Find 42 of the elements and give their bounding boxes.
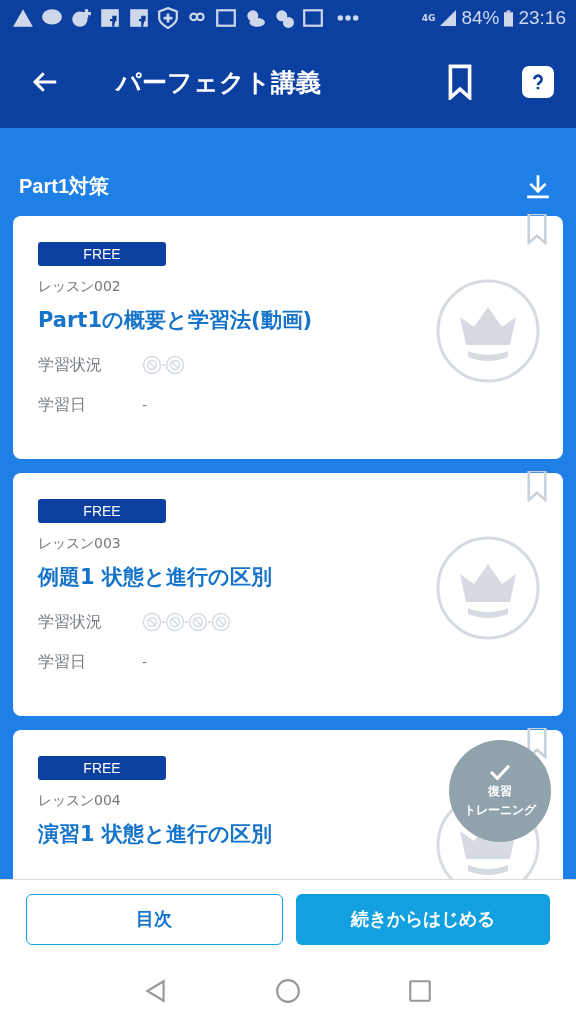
crown-icon — [436, 535, 540, 640]
lesson-title: 演習1 状態と進行の区別 — [38, 821, 272, 848]
study-date: - — [142, 654, 148, 670]
status-label: 学習状況 — [38, 611, 103, 633]
lesson-card[interactable]: FREE レッスン003 例題1 状態と進行の区別 学習状況 学習日 - — [13, 473, 563, 716]
social-icon — [128, 7, 150, 29]
shield-icon — [157, 7, 179, 29]
download-icon[interactable] — [525, 173, 551, 199]
screen-title: パーフェクト講義 — [116, 66, 322, 99]
contents-button[interactable]: 目次 — [26, 893, 283, 945]
signal-icon — [440, 10, 457, 26]
crown-icon — [436, 278, 540, 383]
clock: 23:16 — [518, 7, 566, 29]
battery-icon — [504, 9, 514, 27]
help-button[interactable] — [522, 66, 554, 98]
review-training-label: トレーニング — [464, 803, 536, 819]
network-type: 4G — [421, 13, 436, 23]
lesson-title: Part1の概要と学習法(動画) — [38, 307, 313, 334]
review-training-label: 復習 — [488, 784, 512, 800]
lesson-number: レッスン003 — [38, 535, 121, 553]
app-icon — [302, 7, 324, 29]
check-icon — [489, 763, 511, 782]
date-label: 学習日 — [38, 651, 87, 673]
free-badge: FREE — [38, 756, 166, 780]
social-icon — [99, 7, 121, 29]
more-icon — [337, 15, 359, 21]
lesson-card[interactable]: FREE レッスン002 Part1の概要と学習法(動画) 学習状況 学習日 - — [13, 216, 563, 459]
app-icon — [215, 7, 237, 29]
status-label: 学習状況 — [38, 354, 103, 376]
lesson-number: レッスン004 — [38, 792, 121, 810]
recents-nav-icon[interactable] — [407, 978, 433, 1004]
battery-percent: 84% — [461, 7, 500, 29]
warning-icon — [12, 7, 34, 29]
lesson-number: レッスン002 — [38, 278, 121, 296]
home-nav-icon[interactable] — [275, 978, 301, 1004]
section-title: Part1対策 — [19, 173, 110, 199]
date-label: 学習日 — [38, 394, 87, 416]
free-badge: FREE — [38, 499, 166, 523]
free-badge: FREE — [38, 242, 166, 266]
study-date: - — [142, 397, 148, 413]
lesson-card[interactable]: FREE レッスン004 演習1 状態と進行の区別 復習 トレーニング — [13, 730, 563, 879]
lesson-title: 例題1 状態と進行の区別 — [38, 564, 272, 591]
